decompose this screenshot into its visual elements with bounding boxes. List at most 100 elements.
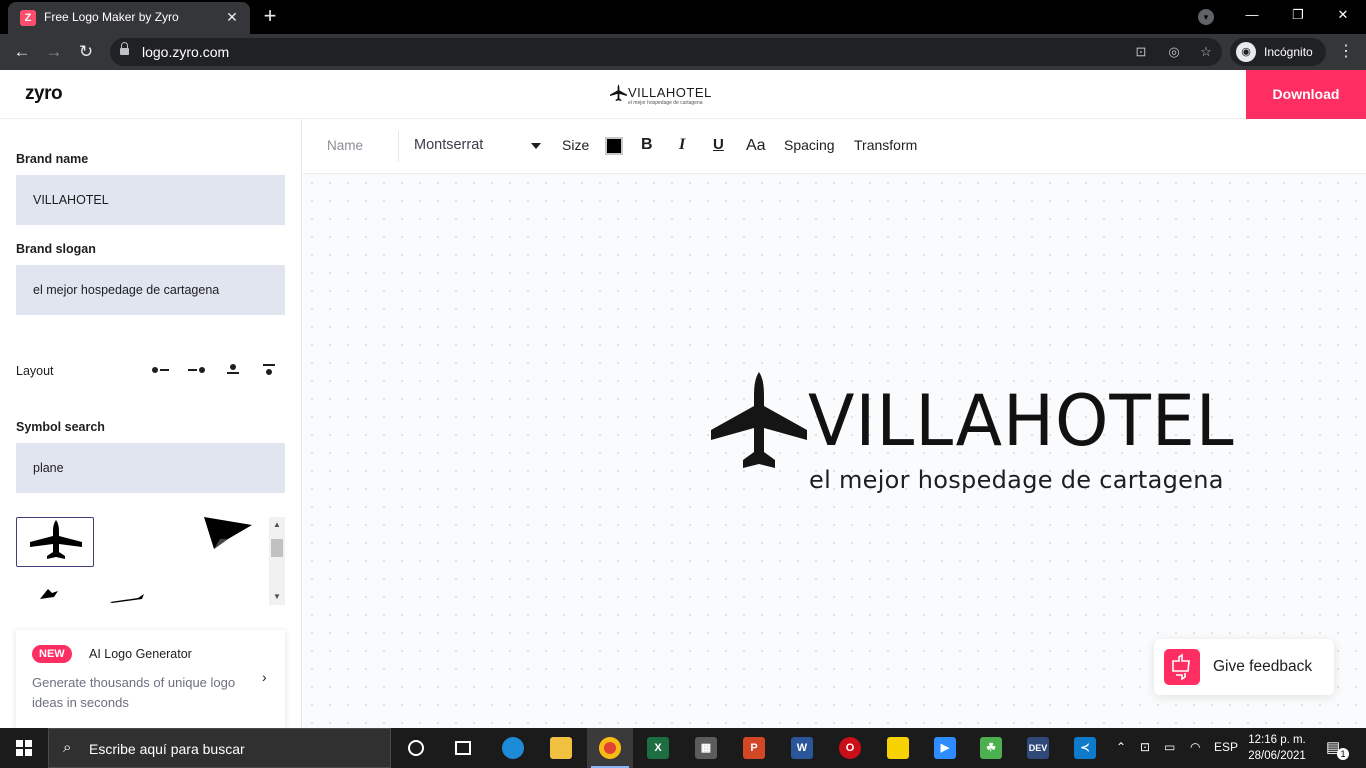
- airplane-logo-icon[interactable]: [711, 372, 807, 470]
- chevron-right-icon[interactable]: ›: [262, 669, 267, 685]
- language-indicator[interactable]: ESP: [1214, 740, 1238, 754]
- sticky-notes-icon[interactable]: [875, 728, 921, 768]
- ai-card-description: Generate thousands of unique logo ideas …: [32, 675, 236, 710]
- edge-app-icon[interactable]: [490, 728, 536, 768]
- clock-date: 28/06/2021: [1248, 750, 1306, 762]
- layout-icon-left-icon[interactable]: [151, 364, 171, 376]
- brand-slogan-input[interactable]: el mejor hospedage de cartagena: [16, 265, 285, 315]
- brand-name-label: Brand name: [16, 152, 89, 166]
- search-icon: ⌕: [63, 739, 72, 756]
- store-app-icon[interactable]: ▦: [683, 728, 729, 768]
- incognito-icon: ◉: [1236, 42, 1256, 62]
- symbol-option-airplane[interactable]: [16, 517, 94, 567]
- underline-button[interactable]: U: [713, 136, 724, 153]
- new-tab-button[interactable]: +: [258, 4, 282, 28]
- thumbs-feedback-icon: [1164, 649, 1200, 685]
- maximize-button[interactable]: ❐: [1275, 0, 1321, 30]
- preview-slogan: el mejor hospedage de cartagena: [628, 100, 703, 106]
- logo-preview: VILLAHOTEL el mejor hospedage de cartage…: [610, 82, 720, 108]
- logo-slogan[interactable]: el mejor hospedage de cartagena: [809, 466, 1224, 494]
- transform-button[interactable]: Transform: [854, 137, 917, 153]
- dev-app-icon[interactable]: DEV: [1015, 728, 1061, 768]
- tab-close-icon[interactable]: ✕: [222, 7, 242, 27]
- logo-canvas[interactable]: VILLAHOTEL el mejor hospedage de cartage…: [303, 174, 1366, 728]
- zyro-logo[interactable]: zyro: [25, 83, 63, 105]
- windows-logo-icon: [16, 740, 32, 756]
- word-app-icon[interactable]: W: [779, 728, 825, 768]
- layout-icon-right-icon[interactable]: [187, 364, 207, 376]
- color-picker-button[interactable]: [605, 137, 623, 155]
- spacing-button[interactable]: Spacing: [784, 137, 835, 153]
- incognito-label: Incógnito: [1264, 45, 1313, 59]
- layout-label: Layout: [16, 364, 54, 378]
- italic-button[interactable]: I: [679, 136, 685, 154]
- forward-arrow-icon[interactable]: →: [42, 40, 66, 64]
- download-button[interactable]: Download: [1246, 70, 1366, 119]
- taskbar-search-box[interactable]: ⌕ Escribe aquí para buscar: [48, 728, 391, 768]
- cortana-button[interactable]: [393, 728, 439, 768]
- close-window-button[interactable]: ✕: [1320, 0, 1366, 30]
- letter-case-button[interactable]: Aa: [746, 137, 766, 155]
- small-plane-icon: [40, 589, 58, 599]
- name-element-label: Name: [327, 138, 364, 153]
- left-sidebar: Brand name VILLAHOTEL Brand slogan el me…: [0, 119, 302, 728]
- address-bar[interactable]: logo.zyro.com ⊡ ◎ ☆: [110, 38, 1222, 66]
- layout-icon-top-icon[interactable]: [223, 364, 243, 376]
- symbol-results: [16, 517, 285, 605]
- excel-app-icon[interactable]: X: [635, 728, 681, 768]
- browser-toolbar: ← → ↻ logo.zyro.com ⊡ ◎ ☆ ◉ Incógnito ⋮: [0, 34, 1366, 70]
- zoom-app-icon[interactable]: ▶: [922, 728, 968, 768]
- translate-icon[interactable]: ⊡: [1132, 43, 1150, 61]
- preview-brand-name: VILLAHOTEL: [628, 85, 712, 100]
- tab-search-icon[interactable]: ▾: [1198, 9, 1214, 25]
- taskbar-clock[interactable]: 12:16 p. m. 28/06/2021: [1244, 732, 1310, 764]
- symbol-option-paper-plane[interactable]: [194, 517, 272, 567]
- font-select[interactable]: Montserrat: [414, 137, 483, 153]
- brand-slogan-label: Brand slogan: [16, 242, 96, 256]
- layout-icon-top-bar-icon[interactable]: [259, 364, 279, 376]
- scroll-down-icon[interactable]: ▼: [271, 591, 283, 603]
- paper-plane-icon: [204, 517, 252, 549]
- show-hidden-icons-icon[interactable]: ⌃: [1116, 740, 1126, 754]
- jet-icon: [110, 594, 144, 603]
- wifi-icon[interactable]: ◠: [1190, 740, 1200, 754]
- brand-name-input[interactable]: VILLAHOTEL: [16, 175, 285, 225]
- scroll-up-icon[interactable]: ▲: [271, 519, 283, 531]
- browser-tab[interactable]: Z Free Logo Maker by Zyro ✕: [8, 2, 250, 34]
- ai-logo-generator-card[interactable]: NEW AI Logo Generator Generate thousands…: [16, 630, 285, 728]
- incognito-profile-button[interactable]: ◉ Incógnito: [1230, 38, 1326, 66]
- green-app-icon[interactable]: ☘: [968, 728, 1014, 768]
- url-text[interactable]: logo.zyro.com: [142, 44, 229, 60]
- logo-brand-name[interactable]: VILLAHOTEL: [808, 386, 1235, 456]
- powerpoint-app-icon[interactable]: P: [731, 728, 777, 768]
- give-feedback-button[interactable]: Give feedback: [1154, 639, 1334, 695]
- bold-button[interactable]: B: [641, 136, 653, 154]
- chrome-app-icon[interactable]: [587, 728, 633, 768]
- chevron-down-icon[interactable]: [531, 143, 541, 149]
- minimize-button[interactable]: —: [1229, 0, 1275, 30]
- symbol-option-jet[interactable]: [108, 591, 168, 605]
- vscode-app-icon[interactable]: ≺: [1062, 728, 1108, 768]
- file-explorer-icon[interactable]: [538, 728, 584, 768]
- mini-plane-icon: [610, 84, 627, 101]
- toolbar-divider: [398, 131, 399, 162]
- reload-icon[interactable]: ↻: [74, 40, 98, 64]
- symbol-scrollbar[interactable]: ▲ ▼: [269, 517, 285, 605]
- size-button[interactable]: Size: [562, 137, 589, 153]
- symbol-search-input[interactable]: plane: [16, 443, 285, 493]
- task-view-button[interactable]: [440, 728, 486, 768]
- battery-icon[interactable]: ▭: [1164, 740, 1175, 754]
- symbol-search-label: Symbol search: [16, 420, 105, 434]
- bookmark-star-icon[interactable]: ☆: [1197, 43, 1215, 61]
- tracking-blocked-icon[interactable]: ◎: [1165, 43, 1183, 61]
- tab-title: Free Logo Maker by Zyro: [44, 10, 179, 24]
- notification-count-badge: 1: [1337, 748, 1349, 760]
- start-button[interactable]: [0, 728, 48, 768]
- browser-menu-icon[interactable]: ⋮: [1336, 40, 1356, 64]
- network-device-icon[interactable]: ⊡: [1140, 740, 1150, 754]
- opera-app-icon[interactable]: O: [827, 728, 873, 768]
- scrollbar-thumb[interactable]: [271, 539, 283, 557]
- lock-icon[interactable]: [120, 42, 129, 57]
- symbol-option-small-plane[interactable]: [36, 587, 76, 605]
- back-arrow-icon[interactable]: ←: [10, 40, 34, 64]
